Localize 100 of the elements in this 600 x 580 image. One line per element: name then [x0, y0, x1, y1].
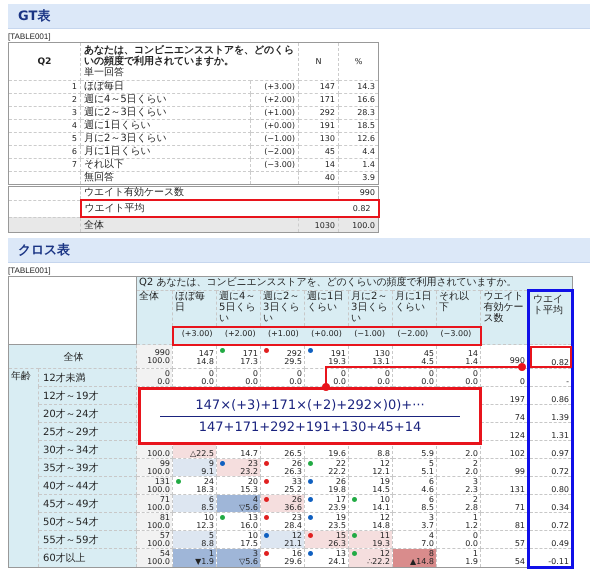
- percent-value: 5.1: [420, 468, 434, 476]
- count-value: 124: [508, 432, 525, 440]
- row-label: 60才以上: [38, 548, 136, 568]
- row-number: 2: [8, 94, 80, 106]
- count-value: 2: [472, 496, 478, 504]
- column-header: N: [316, 56, 322, 66]
- count-value: 3: [472, 478, 478, 486]
- count-value: 19: [334, 514, 346, 522]
- count-value: 6: [428, 496, 434, 504]
- weight-value: (−2.00): [396, 328, 430, 338]
- percent-value: 23.9: [327, 504, 346, 512]
- percent-value: ▼1.9: [194, 558, 214, 566]
- percent-value: 2.0: [464, 468, 478, 476]
- count-value: 45: [422, 350, 434, 358]
- percent-value: 23.2: [239, 468, 258, 476]
- count-value: 33: [290, 478, 302, 486]
- count-value: 8: [428, 550, 434, 558]
- count-value: 17: [334, 496, 346, 504]
- column-header: 週に1日くらい: [304, 290, 348, 326]
- mean-value: -: [565, 378, 569, 386]
- percent-value: 4.4: [338, 146, 378, 158]
- option-label: 週に4～5日くらい: [80, 94, 250, 106]
- count-value: 12: [378, 460, 390, 468]
- percent-value: 2.0: [464, 450, 478, 458]
- mean-value: 0.34: [550, 504, 569, 512]
- percent-value: 17.3: [239, 358, 258, 366]
- question-text: あなたは、コンビニエンスストアを、どのくらいの頻度で利用されていますか。: [84, 45, 295, 67]
- weight-value: (−1.00): [250, 132, 298, 146]
- count-value: 1030: [298, 217, 338, 232]
- percent-value: 17.5: [239, 540, 258, 548]
- percent-value: ▽5.6: [238, 504, 258, 512]
- row-label: 30才～34才: [38, 440, 136, 458]
- mean-value: 0.97: [550, 450, 569, 458]
- weight-value: (+1.00): [250, 106, 298, 120]
- row-number: 3: [8, 106, 80, 120]
- count-value: 171: [298, 94, 338, 106]
- percent-value: 16.0: [239, 522, 258, 530]
- count-value: 0: [518, 378, 525, 386]
- count-value: 54: [158, 550, 170, 558]
- mean-value: 0.82: [352, 203, 372, 215]
- percent-value: 25.2: [283, 486, 302, 494]
- mean-value: 1.39: [550, 414, 569, 422]
- percent-value: 21.1: [283, 540, 302, 548]
- count-value: 131: [154, 478, 170, 486]
- count-value: 9: [208, 460, 214, 468]
- row-label: ウエイト平均: [84, 202, 146, 215]
- percent-value: ∴22.2: [366, 558, 390, 566]
- option-label: 月に1日くらい: [80, 146, 250, 158]
- percent-value: 19.6: [327, 450, 346, 458]
- percent-value: 22.2: [327, 468, 346, 476]
- percent-value: 9.1: [200, 468, 214, 476]
- percent-value: 12.1: [371, 468, 390, 476]
- percent-value: 4.6: [420, 486, 434, 494]
- count-value: 74: [514, 414, 525, 422]
- percent-value: 12.6: [338, 132, 378, 146]
- percent-value: 8.5: [200, 504, 214, 512]
- percent-value: 100.0: [146, 450, 170, 458]
- count-value: 71: [514, 504, 525, 512]
- percent-value: 4.5: [420, 358, 434, 366]
- count-value: 15: [334, 532, 346, 540]
- percent-value: ▽5.6: [238, 558, 258, 566]
- percent-value: 2.3: [464, 486, 478, 494]
- percent-value: 2.8: [464, 504, 478, 512]
- count-value: 11: [378, 532, 390, 540]
- weight-value: (+1.00): [266, 328, 300, 338]
- percent-value: 16.6: [338, 94, 378, 106]
- percent-value: 0.0: [464, 378, 478, 386]
- formula-denominator: 147+171+292+191+130+45+14: [198, 420, 422, 434]
- percent-value: 100.0: [146, 357, 170, 365]
- percent-value: 14.5: [371, 486, 390, 494]
- weight-value: (−3.00): [440, 328, 472, 338]
- percent-value: 24.1: [327, 558, 346, 566]
- count-value: 23: [290, 514, 302, 522]
- percent-value: 8.8: [376, 450, 390, 458]
- count-value: 1: [472, 514, 478, 522]
- percent-value: 0.0: [244, 378, 258, 386]
- count-value: 6: [428, 478, 434, 486]
- count-value: 57: [514, 540, 525, 548]
- count-value: 990: [508, 357, 525, 365]
- count-value: 1: [472, 550, 478, 558]
- column-header: ウエイト有効ケース数: [480, 290, 528, 344]
- count-value: 13: [246, 514, 258, 522]
- count-value: 5: [428, 460, 434, 468]
- question-number: Q2: [38, 56, 52, 66]
- percent-value: 13.1: [371, 358, 390, 366]
- count-value: 13: [334, 550, 346, 558]
- count-value: 197: [508, 396, 525, 404]
- count-value: 147: [198, 350, 214, 358]
- count-value: 0: [340, 370, 346, 378]
- row-label: 全体: [8, 344, 136, 368]
- row-label: 12才未満: [38, 368, 136, 386]
- formula-numerator: 147×(+3)+171×(+2)+292×)0)+···: [195, 398, 425, 412]
- row-label: 55才～59才: [38, 530, 136, 548]
- percent-value: ▲14.8: [409, 558, 434, 566]
- count-value: 2: [472, 460, 478, 468]
- percent-value: 18.3: [195, 486, 214, 494]
- count-value: 23: [246, 460, 258, 468]
- count-value: 0: [472, 370, 478, 378]
- row-label: 35才～39才: [38, 458, 136, 476]
- percent-value: 0.0: [464, 540, 478, 548]
